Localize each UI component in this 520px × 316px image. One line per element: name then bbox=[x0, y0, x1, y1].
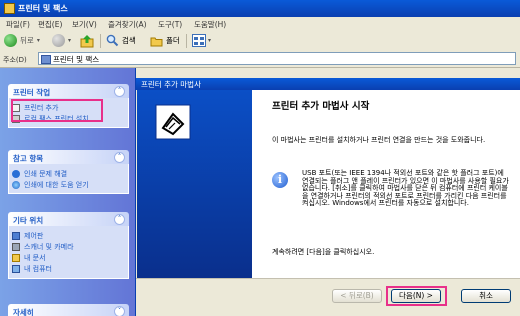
see-also-header[interactable]: 참고 항목 ˄ bbox=[8, 150, 129, 164]
wizard-content: 프린터 추가 마법사 시작 이 마법사는 프린터를 설치하거나 프린터 연결을 … bbox=[252, 90, 520, 278]
collapse-chevron-icon[interactable]: ˄ bbox=[114, 86, 125, 97]
collapse-chevron-icon[interactable]: ˄ bbox=[114, 152, 125, 163]
control-panel-icon bbox=[12, 231, 20, 240]
troubleshoot-printing-label: 인쇄 문제 해결 bbox=[24, 169, 68, 178]
wizard-side-banner bbox=[137, 90, 252, 278]
menu-edit[interactable]: 편집(E) bbox=[38, 19, 62, 30]
folder-icon bbox=[150, 37, 163, 46]
menu-file[interactable]: 파일(F) bbox=[6, 19, 30, 30]
forward-arrow-icon bbox=[52, 34, 65, 47]
control-panel-label: 제어판 bbox=[24, 231, 44, 240]
add-printer-highlight bbox=[11, 99, 103, 122]
control-panel-link[interactable]: 제어판 bbox=[9, 230, 128, 241]
back-button-label: 뒤로 bbox=[20, 36, 34, 45]
chevron-down-icon: ▾ bbox=[36, 37, 40, 44]
other-places-header[interactable]: 기타 위치 ˄ bbox=[8, 212, 129, 226]
toolbar: 뒤로 ▾ ▾ 검색 폴더 ▾ bbox=[0, 31, 520, 52]
address-label: 주소(D) bbox=[3, 56, 27, 64]
other-places-section: 기타 위치 ˄ 제어판 스캐너 및 카메라 내 문서 내 컴퓨터 bbox=[8, 212, 129, 279]
other-places-title: 기타 위치 bbox=[13, 216, 44, 225]
toolbar-separator bbox=[100, 34, 101, 48]
cancel-button[interactable]: 취소 bbox=[461, 289, 511, 303]
search-button-label: 검색 bbox=[122, 36, 136, 45]
wizard-heading: 프린터 추가 마법사 시작 bbox=[272, 101, 370, 112]
printer-folder-icon bbox=[41, 55, 51, 64]
printing-help-label: 인쇄에 대한 도움 얻기 bbox=[24, 180, 89, 189]
other-places-body: 제어판 스캐너 및 카메라 내 문서 내 컴퓨터 bbox=[8, 226, 129, 279]
address-value: 프린터 및 팩스 bbox=[53, 55, 100, 64]
address-field[interactable]: 프린터 및 팩스 bbox=[38, 52, 516, 65]
menu-bar: 파일(F) 편집(E) 보기(V) 즐겨찾기(A) 도구(T) 도움말(H) bbox=[0, 17, 520, 32]
chevron-down-icon: ▾ bbox=[208, 37, 212, 44]
details-title: 자세히 bbox=[13, 308, 34, 316]
my-documents-label: 내 문서 bbox=[24, 253, 46, 262]
back-button[interactable]: 뒤로 ▾ bbox=[4, 33, 40, 48]
scanners-cameras-label: 스캐너 및 카메라 bbox=[24, 242, 74, 251]
printer-folder-icon bbox=[4, 3, 15, 14]
views-icon bbox=[192, 34, 206, 47]
my-computer-label: 내 컴퓨터 bbox=[24, 264, 52, 273]
printing-help-link[interactable]: 인쇄에 대한 도움 얻기 bbox=[9, 179, 128, 190]
help-icon bbox=[12, 169, 20, 178]
info-icon: i bbox=[272, 172, 288, 188]
wizard-usb-note: USB 포트(또는 IEEE 1394나 적외선 포트와 같은 핫 플러그 포트… bbox=[302, 169, 509, 207]
explorer-window: 프린터 및 팩스 파일(F) 편집(E) 보기(V) 즐겨찾기(A) 도구(T)… bbox=[0, 0, 520, 316]
forward-button[interactable]: ▾ bbox=[52, 33, 71, 48]
add-printer-wizard: 프린터 추가 마법사 프린터 추가 마법사 시작 이 마법사는 프린터를 설치하… bbox=[135, 68, 520, 316]
next-button-highlight bbox=[386, 286, 447, 306]
wizard-intro-text: 이 마법사는 프린터를 설치하거나 프린터 연결을 만드는 것을 도와줍니다. bbox=[272, 136, 486, 144]
scanners-cameras-link[interactable]: 스캐너 및 카메라 bbox=[9, 241, 128, 252]
title-bar: 프린터 및 팩스 bbox=[0, 0, 520, 17]
back-wizard-button[interactable]: < 뒤로(B) bbox=[332, 289, 382, 303]
details-header[interactable]: 자세히 ˅ bbox=[8, 304, 129, 316]
globe-icon bbox=[12, 180, 20, 189]
troubleshoot-printing-link[interactable]: 인쇄 문제 해결 bbox=[9, 168, 128, 179]
search-button[interactable]: 검색 bbox=[106, 33, 136, 48]
expand-chevron-icon[interactable]: ˅ bbox=[114, 306, 125, 316]
see-also-section: 참고 항목 ˄ 인쇄 문제 해결 인쇄에 대한 도움 얻기 bbox=[8, 150, 129, 194]
printer-tasks-header[interactable]: 프린터 작업 ˄ bbox=[8, 84, 129, 98]
menu-tools[interactable]: 도구(T) bbox=[158, 19, 182, 30]
my-documents-link[interactable]: 내 문서 bbox=[9, 252, 128, 263]
scanner-icon bbox=[12, 242, 20, 251]
wizard-title-bar: 프린터 추가 마법사 bbox=[136, 78, 520, 90]
back-arrow-icon bbox=[4, 34, 17, 47]
printer-tasks-title: 프린터 작업 bbox=[13, 88, 51, 97]
wizard-title: 프린터 추가 마법사 bbox=[141, 80, 201, 89]
menu-help[interactable]: 도움말(H) bbox=[194, 19, 226, 30]
details-section: 자세히 ˅ bbox=[8, 304, 129, 316]
wizard-continue-text: 계속하려면 [다음]을 클릭하십시오. bbox=[272, 248, 375, 256]
window-title: 프린터 및 팩스 bbox=[18, 4, 68, 13]
see-also-title: 참고 항목 bbox=[13, 154, 44, 163]
views-button[interactable]: ▾ bbox=[192, 33, 211, 48]
wizard-footer: < 뒤로(B) 다음(N) > 취소 bbox=[136, 278, 520, 316]
toolbar-separator bbox=[186, 34, 187, 48]
see-also-body: 인쇄 문제 해결 인쇄에 대한 도움 얻기 bbox=[8, 164, 129, 194]
up-folder-button[interactable] bbox=[80, 33, 94, 48]
folders-button-label: 폴더 bbox=[166, 36, 180, 45]
folders-button[interactable]: 폴더 bbox=[150, 33, 180, 48]
printer-wizard-icon bbox=[155, 104, 191, 140]
menu-favorites[interactable]: 즐겨찾기(A) bbox=[108, 19, 147, 30]
up-folder-icon bbox=[80, 34, 94, 47]
my-computer-link[interactable]: 내 컴퓨터 bbox=[9, 263, 128, 274]
folder-icon bbox=[12, 253, 20, 262]
chevron-down-icon: ▾ bbox=[68, 37, 72, 44]
address-bar: 주소(D) 프린터 및 팩스 bbox=[0, 51, 520, 68]
search-icon bbox=[106, 34, 119, 47]
collapse-chevron-icon[interactable]: ˄ bbox=[114, 214, 125, 225]
menu-view[interactable]: 보기(V) bbox=[72, 19, 97, 30]
computer-icon bbox=[12, 264, 20, 273]
